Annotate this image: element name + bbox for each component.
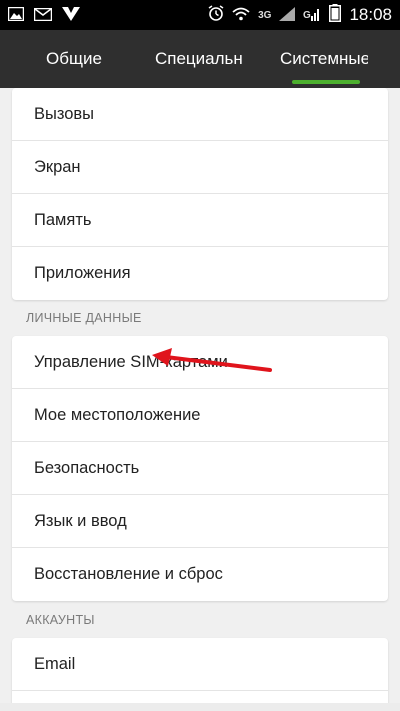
list-item-display[interactable]: Экран: [12, 141, 388, 194]
tab-general[interactable]: Общие: [46, 30, 136, 88]
settings-list: Вызовы Экран Память Приложения ЛИЧНЫЕ ДА…: [0, 88, 400, 711]
list-item-calls[interactable]: Вызовы: [12, 88, 388, 141]
alarm-icon: [208, 5, 224, 25]
tab-special[interactable]: Специальные: [155, 30, 243, 88]
list-item-storage[interactable]: Память: [12, 194, 388, 247]
status-bar: 3G G 18:08: [0, 0, 400, 30]
status-right-icons: 3G G 18:08: [208, 4, 392, 26]
wifi-icon: [232, 6, 250, 25]
status-left-icons: [7, 6, 80, 25]
accounts-card: Email: [12, 638, 388, 711]
settings-tab-bar: Общие Специальные Системные: [0, 30, 400, 88]
section-header-personal: ЛИЧНЫЕ ДАННЫЕ: [26, 311, 142, 325]
list-item-language[interactable]: Язык и ввод: [12, 495, 388, 548]
list-item-email[interactable]: Email: [12, 638, 388, 691]
signal-icon: [279, 6, 296, 25]
svg-text:G: G: [303, 10, 311, 21]
system-card: Вызовы Экран Память Приложения: [12, 88, 388, 300]
annotation-arrow-icon: [152, 348, 272, 372]
list-item-location[interactable]: Мое местоположение: [12, 389, 388, 442]
image-icon: [7, 6, 25, 25]
app-notification-icon: [62, 6, 80, 25]
list-item-backup-reset[interactable]: Восстановление и сброс: [12, 548, 388, 601]
list-item-security[interactable]: Безопасность: [12, 442, 388, 495]
list-item-apps[interactable]: Приложения: [12, 247, 388, 300]
mail-icon: [33, 6, 53, 25]
clock: 18:08: [349, 5, 392, 24]
active-tab-indicator: [292, 80, 360, 84]
network-type-label: 3G: [258, 9, 272, 21]
section-header-accounts: АККАУНТЫ: [26, 613, 95, 627]
signal-2-icon: G: [303, 6, 321, 25]
bottom-strip: [0, 703, 400, 711]
battery-icon: [329, 4, 342, 26]
